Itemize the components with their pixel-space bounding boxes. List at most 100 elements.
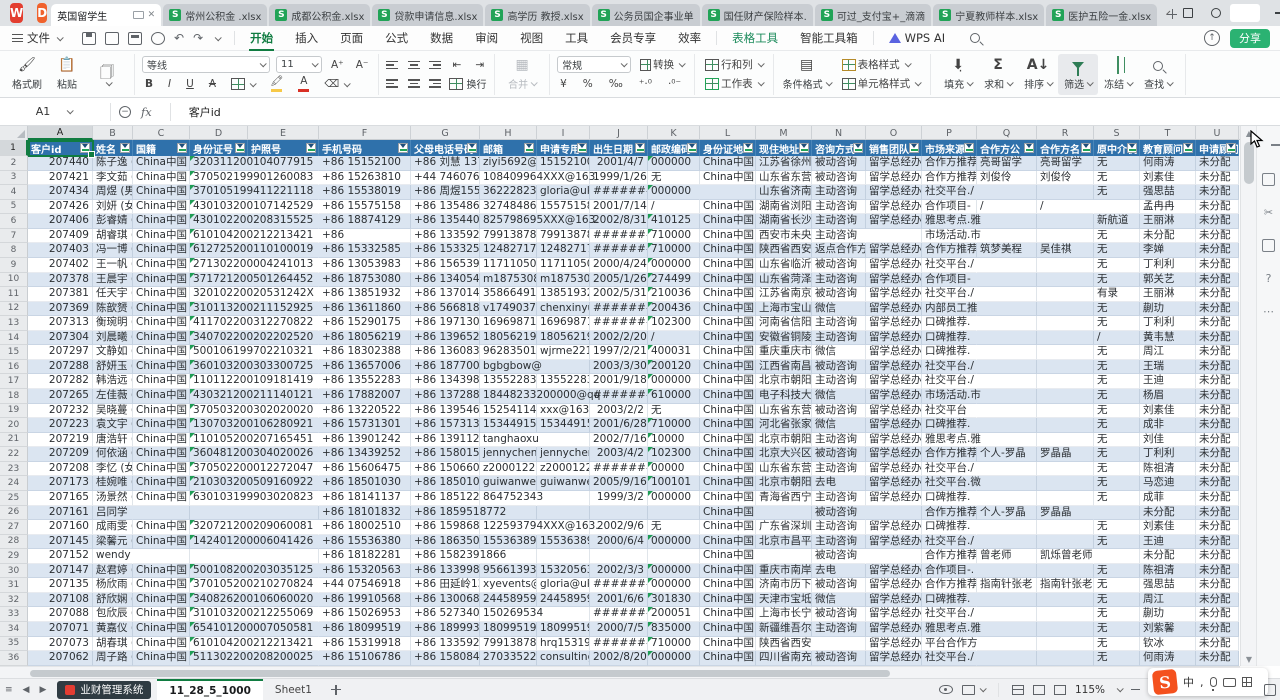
cell[interactable]: 无 xyxy=(1094,316,1140,331)
cell[interactable]: 000000 xyxy=(648,491,700,506)
cell[interactable]: 赵君婷 (女 xyxy=(93,564,133,579)
cell[interactable]: 207108 xyxy=(28,593,93,608)
freeze-button[interactable]: 冻结 xyxy=(1098,54,1138,95)
cell[interactable] xyxy=(133,549,190,564)
cell[interactable]: 117110505 xyxy=(480,258,537,273)
cell[interactable]: 180562199 xyxy=(537,331,590,346)
cell[interactable]: 无 xyxy=(1094,491,1140,506)
cell[interactable] xyxy=(977,651,1037,666)
cell[interactable]: China中国 xyxy=(133,433,190,448)
cell[interactable]: 2001/9/18 xyxy=(590,374,648,389)
cell[interactable]: China中国 xyxy=(133,229,190,244)
cell[interactable] xyxy=(1037,360,1094,375)
ribbon-tab-公式[interactable]: 公式 xyxy=(374,26,419,51)
cell[interactable]: 被动咨询 xyxy=(812,156,866,171)
cell[interactable]: 河北省张家 xyxy=(756,418,812,433)
cell[interactable]: 西安市未央 xyxy=(756,229,812,244)
increase-decimal-icon[interactable]: ⁺·⁰ xyxy=(636,76,655,92)
cell[interactable]: China中国 xyxy=(700,491,756,506)
align-middle-icon[interactable] xyxy=(407,60,420,71)
file-tab[interactable]: S常州公积金 .xlsx xyxy=(163,4,267,26)
thousands-button[interactable]: ‰ xyxy=(606,76,626,92)
cell[interactable]: 207421 xyxy=(28,171,93,186)
cell[interactable]: jennychen7 xyxy=(537,447,590,462)
cell[interactable]: 无 xyxy=(648,520,700,535)
cell[interactable]: China中国 xyxy=(700,462,756,477)
cell[interactable] xyxy=(648,506,700,521)
cell[interactable]: 丁利利 xyxy=(1140,316,1196,331)
cell[interactable]: 任天宇 (女 xyxy=(93,287,133,302)
cell[interactable]: +86 13657006 xyxy=(319,360,411,375)
row-header[interactable]: 19 xyxy=(0,404,28,419)
cell[interactable] xyxy=(1037,637,1094,652)
cell[interactable] xyxy=(977,360,1037,375)
cell[interactable]: 207282 xyxy=(28,374,93,389)
horizontal-scrollbar[interactable]: ▶ ▶| xyxy=(0,666,1240,678)
align-top-icon[interactable] xyxy=(386,60,399,71)
ribbon-tab-页面[interactable]: 页面 xyxy=(329,26,374,51)
cell[interactable]: 吴佳祺 xyxy=(1037,243,1094,258)
close-tab-icon[interactable]: ✕ xyxy=(148,10,156,20)
cell[interactable]: China中国 xyxy=(700,622,756,637)
cell[interactable]: 社交平台./ xyxy=(922,360,977,375)
cell[interactable]: 口碑推荐. xyxy=(922,418,977,433)
cell[interactable] xyxy=(977,607,1037,622)
cell[interactable] xyxy=(1037,462,1094,477)
cell[interactable]: 未分配 xyxy=(1196,622,1239,637)
cell[interactable]: China中国 xyxy=(700,374,756,389)
search-icon[interactable] xyxy=(970,33,980,43)
row-header[interactable]: 6 xyxy=(0,214,28,229)
align-center-icon[interactable] xyxy=(407,78,420,89)
header-cell[interactable]: 客户id xyxy=(28,140,93,156)
cell[interactable]: 无 xyxy=(1094,462,1140,477)
cell[interactable] xyxy=(866,229,922,244)
cell[interactable]: 654101200007050581 xyxy=(190,622,319,637)
cell[interactable]: 无 xyxy=(1094,360,1140,375)
vertical-scroll-thumb[interactable] xyxy=(1244,142,1254,184)
column-header-N[interactable]: N xyxy=(812,126,866,140)
cell[interactable]: +86 1533258500 xyxy=(411,243,480,258)
align-bottom-icon[interactable] xyxy=(428,60,441,71)
cell[interactable]: +86 1580841999 xyxy=(411,651,480,666)
cell[interactable]: 衡琬明 (女 xyxy=(93,316,133,331)
cell[interactable]: China中国 xyxy=(133,331,190,346)
bold-button[interactable]: B xyxy=(142,76,156,92)
ribbon-tab-智能工具箱[interactable]: 智能工具箱 xyxy=(789,26,869,51)
cell[interactable]: 207088 xyxy=(28,607,93,622)
cell[interactable] xyxy=(977,302,1037,317)
cell[interactable]: / xyxy=(1037,200,1094,215)
cell[interactable]: China中国 xyxy=(133,258,190,273)
decrease-font-icon[interactable]: A⁻ xyxy=(353,57,372,73)
cell[interactable]: 山东省济南 xyxy=(756,185,812,200)
cell[interactable]: 未分配 xyxy=(1196,593,1239,608)
sheet-tab-Sheet1[interactable]: Sheet1 xyxy=(263,679,324,700)
cell[interactable]: 新航道 xyxy=(1094,214,1140,229)
cell[interactable] xyxy=(977,535,1037,550)
cell[interactable]: +86 1372884680 xyxy=(411,389,480,404)
sogou-logo-icon[interactable]: S xyxy=(1152,669,1178,695)
cell[interactable]: 未分配 xyxy=(1196,185,1239,200)
cell-style-button[interactable]: 单元格样式 xyxy=(839,76,924,92)
cell[interactable]: 留学总经办 xyxy=(866,302,922,317)
cell[interactable]: China中国 xyxy=(133,316,190,331)
cell[interactable]: 207378 xyxy=(28,273,93,288)
cell[interactable]: China中国 xyxy=(133,418,190,433)
horizontal-scroll-thumb[interactable] xyxy=(30,670,890,677)
cell[interactable]: 未分配 xyxy=(1196,389,1239,404)
cell[interactable]: 李忆 (女) xyxy=(93,462,133,477)
file-tab[interactable]: S宁夏教师样本.xlsx xyxy=(933,4,1044,26)
cell[interactable]: 962835011 xyxy=(480,345,537,360)
conditional-format-button[interactable]: ▤ 条件格式 xyxy=(781,54,833,95)
cell[interactable]: 主动咨询 xyxy=(812,273,866,288)
cell[interactable]: 合作方推荐 xyxy=(922,156,977,171)
header-cell[interactable]: 身份证号 xyxy=(190,140,248,156)
cell[interactable] xyxy=(1037,535,1094,550)
cell[interactable]: +86 17882007 xyxy=(319,389,411,404)
cell[interactable]: 梁馨元 (女 xyxy=(93,535,133,550)
cell[interactable]: +86 1582391866 xyxy=(411,549,480,564)
ime-lang-toggle[interactable]: 中 xyxy=(1183,674,1194,690)
cell[interactable]: 广东省深圳 xyxy=(756,520,812,535)
cell[interactable]: 山东省东营 xyxy=(756,404,812,419)
cell[interactable]: China中国 xyxy=(700,404,756,419)
cell[interactable]: 王丽淋 xyxy=(1140,214,1196,229)
